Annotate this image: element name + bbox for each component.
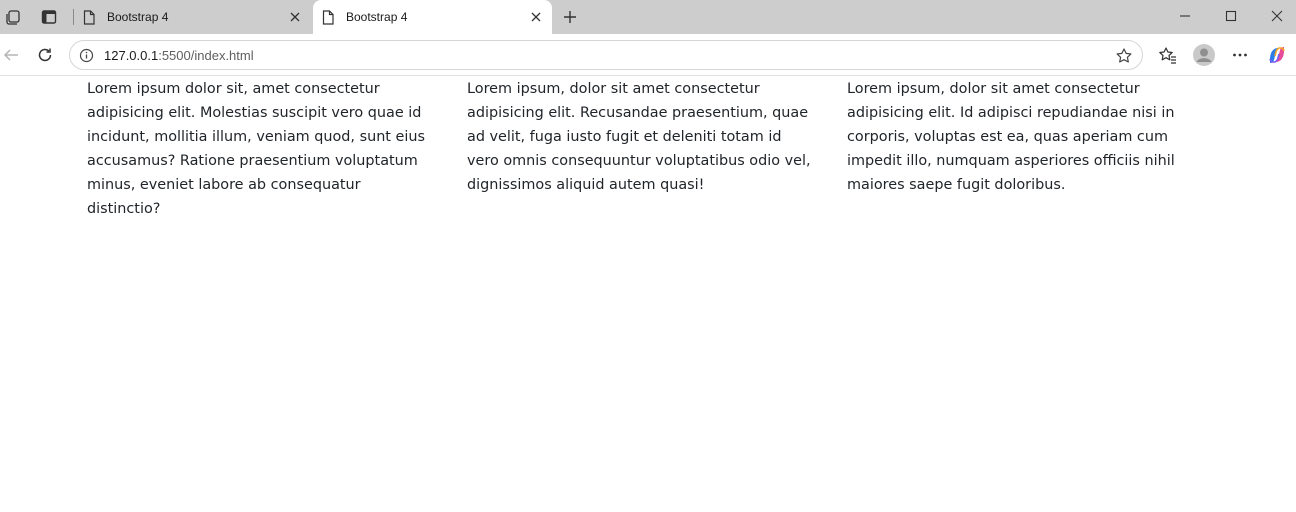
close-icon[interactable] (287, 9, 303, 25)
copilot-icon[interactable] (1266, 44, 1288, 66)
window-close-icon[interactable] (1264, 4, 1290, 28)
favorites-icon[interactable] (1157, 44, 1179, 66)
url-host: 127.0.0.1 (104, 48, 159, 63)
refresh-icon[interactable] (34, 44, 56, 66)
maximize-icon[interactable] (1218, 4, 1244, 28)
info-icon[interactable] (79, 48, 94, 63)
tab-bootstrap-2[interactable]: Bootstrap 4 (313, 0, 552, 34)
back-arrow-icon[interactable] (0, 44, 22, 66)
page-icon (321, 10, 335, 25)
column-paragraph: Lorem ipsum, dolor sit amet consectetur … (467, 80, 811, 193)
plus-icon[interactable] (560, 7, 580, 27)
browser-toolbar: 127.0.0.1:5500/index.html (0, 34, 1296, 76)
tab-bootstrap-1[interactable]: Bootstrap 4 (74, 0, 311, 34)
column-paragraph: Lorem ipsum dolor sit, amet consectetur … (87, 80, 425, 217)
tab-strip: Bootstrap 4 Bootstrap 4 (0, 0, 1296, 34)
url-text[interactable]: 127.0.0.1:5500/index.html (104, 48, 254, 63)
profile-icon[interactable] (1192, 43, 1216, 67)
minimize-icon[interactable] (1172, 4, 1198, 28)
page-icon (82, 10, 96, 25)
url-path: :5500/index.html (158, 48, 254, 63)
column-paragraph: Lorem ipsum, dolor sit amet consectetur … (847, 80, 1175, 193)
column-2: Lorem ipsum, dolor sit amet consectetur … (452, 77, 832, 221)
column-1: Lorem ipsum dolor sit, amet consectetur … (72, 77, 452, 221)
tab-title: Bootstrap 4 (346, 10, 408, 24)
bootstrap-row: Lorem ipsum dolor sit, amet consectetur … (72, 77, 1212, 221)
tab-actions-icon[interactable] (39, 7, 59, 27)
page-content: Lorem ipsum dolor sit, amet consectetur … (0, 77, 1296, 512)
star-icon[interactable] (1114, 46, 1134, 66)
address-bar[interactable]: 127.0.0.1:5500/index.html (69, 40, 1143, 70)
more-icon[interactable] (1229, 44, 1251, 66)
tab-title: Bootstrap 4 (107, 10, 169, 24)
close-icon[interactable] (528, 9, 544, 25)
workspaces-icon[interactable] (3, 7, 23, 27)
column-3: Lorem ipsum, dolor sit amet consectetur … (832, 77, 1212, 221)
